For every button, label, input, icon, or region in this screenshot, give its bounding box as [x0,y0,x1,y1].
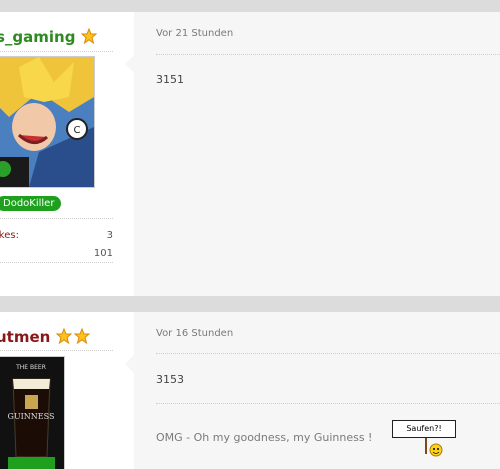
star-icon [55,328,72,344]
post-time[interactable]: Vor 16 Stunden [156,328,233,339]
likes-value: 3 [106,230,113,241]
likes-label: ikes: [0,230,19,241]
post-message: 3153 [156,373,184,386]
divider [156,353,500,354]
divider [0,51,113,52]
avatar-brand: GUINNESS [8,412,55,421]
post-time[interactable]: Vor 21 Stunden [156,28,233,39]
divider [156,54,500,55]
username-link[interactable]: s_gaming [0,28,97,46]
svg-text:C: C [74,125,81,136]
post-message: 3151 [156,73,184,86]
avatar-caption: THE BEER [15,364,46,371]
speech-arrow [125,55,134,73]
smiley-sign-icon: Saufen?! [392,420,456,458]
rank-badge: DodoKiller [0,196,62,211]
posts-value: 101 [93,248,113,259]
star-icon [73,328,90,344]
divider [0,218,113,219]
divider [0,350,113,351]
username-text[interactable]: s_gaming [0,28,75,46]
username-text[interactable]: utmen [0,328,50,346]
speech-arrow [125,355,134,373]
star-icon [80,28,97,44]
divider [156,403,500,404]
avatar[interactable]: THE BEER GUINNESS [0,356,65,469]
post-content: Vor 16 Stunden 3153 OMG - Oh my goodness… [125,312,500,469]
signature-text: OMG - Oh my goodness, my Guinness ! [156,431,373,444]
divider [0,262,113,263]
post-content: Vor 21 Stunden 3151 [125,12,500,296]
user-sidebar: s_gaming C DodoKiller ikes: 3 [0,12,135,296]
post-1: s_gaming C DodoKiller ikes: 3 [0,12,500,296]
post-2: utmen THE BEER GUINNESS Vor 16 Stunden 3… [0,312,500,469]
avatar[interactable]: C [0,56,95,188]
user-sidebar: utmen THE BEER GUINNESS [0,312,135,469]
username-link[interactable]: utmen [0,328,90,346]
